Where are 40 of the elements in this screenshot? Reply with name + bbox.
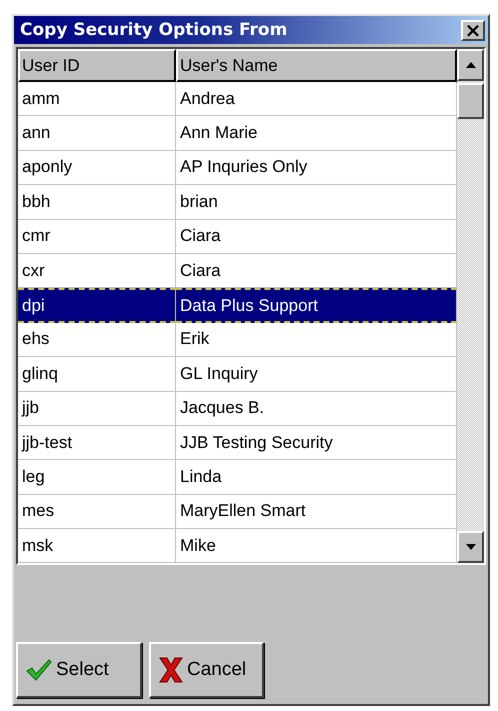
table-cell[interactable]: cxr — [18, 254, 176, 288]
column-header[interactable]: User's Name — [176, 49, 457, 82]
table-cell[interactable]: ehs — [18, 322, 176, 358]
table-cell[interactable]: Ciara — [176, 254, 457, 288]
table-cell[interactable]: aponly — [18, 150, 176, 186]
column-header[interactable]: User ID — [18, 49, 176, 82]
table-cell[interactable]: GL Inquiry — [176, 357, 457, 392]
table-cell[interactable]: Ciara — [176, 220, 457, 254]
table-cell[interactable]: brian — [176, 185, 457, 220]
table-cell[interactable]: dpi — [18, 288, 176, 323]
scrollbar[interactable] — [457, 49, 484, 564]
table-cell[interactable]: amm — [18, 82, 176, 116]
table-cell[interactable]: Jacques B. — [176, 392, 457, 426]
table-cell[interactable]: bbh — [18, 185, 176, 220]
table-cell[interactable]: msk — [18, 529, 176, 564]
checkmark-icon — [26, 659, 52, 681]
table-cell[interactable]: Data Plus Support — [176, 288, 457, 323]
table-cell[interactable]: leg — [18, 460, 176, 495]
window-title: Copy Security Options From — [20, 20, 288, 40]
table-cell[interactable]: Erik — [176, 322, 457, 358]
table-cell[interactable]: AP Inquries Only — [176, 150, 457, 186]
table-cell[interactable]: Andrea — [176, 82, 457, 116]
table-cell[interactable]: MaryEllen Smart — [176, 494, 457, 530]
close-button[interactable]: × — [461, 20, 485, 40]
table-cell[interactable]: glinq — [18, 357, 176, 392]
table-cell[interactable]: Linda — [176, 460, 457, 495]
table-cell[interactable]: JJB Testing Security — [176, 426, 457, 460]
table-cell[interactable]: mes — [18, 494, 176, 530]
select-button[interactable]: Select — [16, 642, 142, 698]
scroll-down-icon[interactable] — [457, 531, 484, 564]
scroll-up-icon[interactable] — [457, 49, 484, 81]
table-cell[interactable]: Ann Marie — [176, 116, 457, 151]
table-cell[interactable]: ann — [18, 116, 176, 151]
table-cell[interactable]: cmr — [18, 220, 176, 254]
table-cell[interactable]: jjb-test — [18, 426, 176, 460]
x-icon — [159, 657, 183, 683]
table-cell[interactable]: jjb — [18, 392, 176, 426]
scroll-thumb[interactable] — [457, 83, 484, 119]
table-cell[interactable]: Mike — [176, 529, 457, 564]
cancel-button[interactable]: Cancel — [149, 642, 264, 698]
